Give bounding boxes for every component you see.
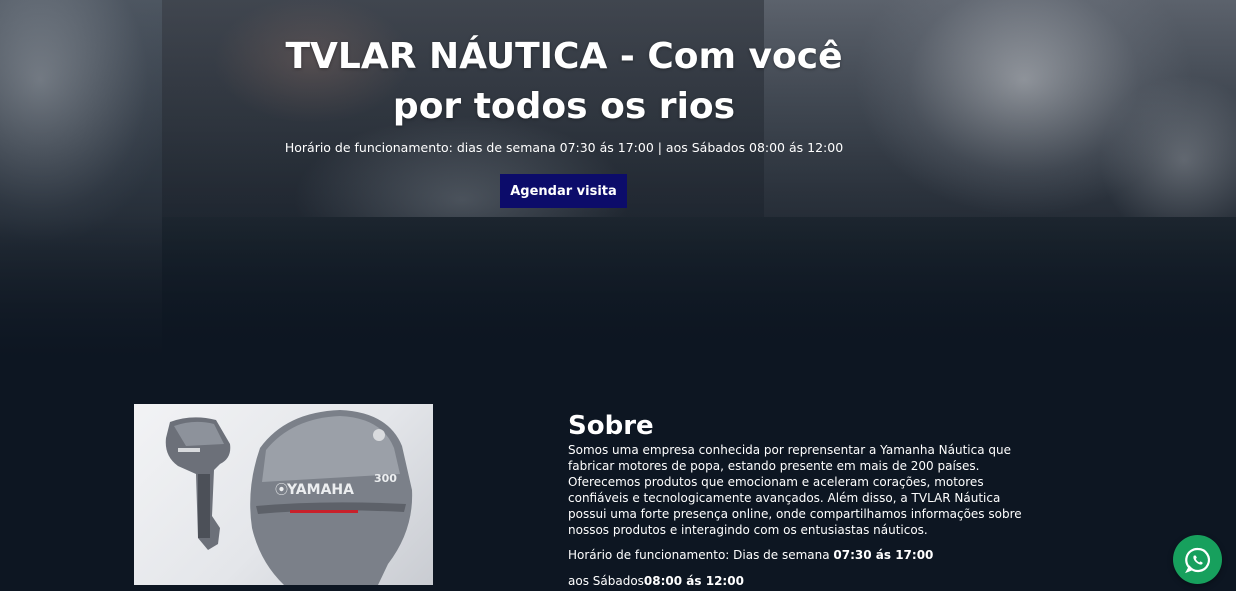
about-description: Somos uma empresa conhecida por reprense… [568, 443, 1022, 537]
about-section: Sobre Somos uma empresa conhecida por re… [568, 408, 1038, 589]
hero-title: TVLAR NÁUTICA - Com você por todos os ri… [285, 36, 843, 127]
motor-model-text: 300 [374, 472, 397, 485]
about-hours-weekday-value: 07:30 ás 17:00 [833, 548, 934, 562]
yamaha-logo-icon: ⦿ [275, 483, 288, 498]
about-hours-weekday: Horário de funcionamento: Dias de semana… [568, 547, 1038, 563]
whatsapp-icon [1184, 547, 1210, 573]
motor-brand-text: YAMAHA [286, 482, 354, 498]
whatsapp-button[interactable] [1173, 535, 1222, 584]
about-hours-sat-value: 08:00 ás 12:00 [643, 574, 744, 588]
about-hours-prefix: Horário de funcionamento: Dias de semana [568, 548, 834, 562]
hero-hours: Horário de funcionamento: dias de semana… [284, 140, 844, 155]
about-hours-saturday: aos Sábados08:00 ás 12:00 [568, 573, 1038, 589]
schedule-visit-button[interactable]: Agendar visita [500, 174, 627, 208]
about-title: Sobre [568, 411, 654, 441]
outboard-motor-image: YAMAHA 300 ⦿ [134, 404, 433, 585]
about-hours-sat-prefix: aos Sábados [568, 574, 644, 588]
